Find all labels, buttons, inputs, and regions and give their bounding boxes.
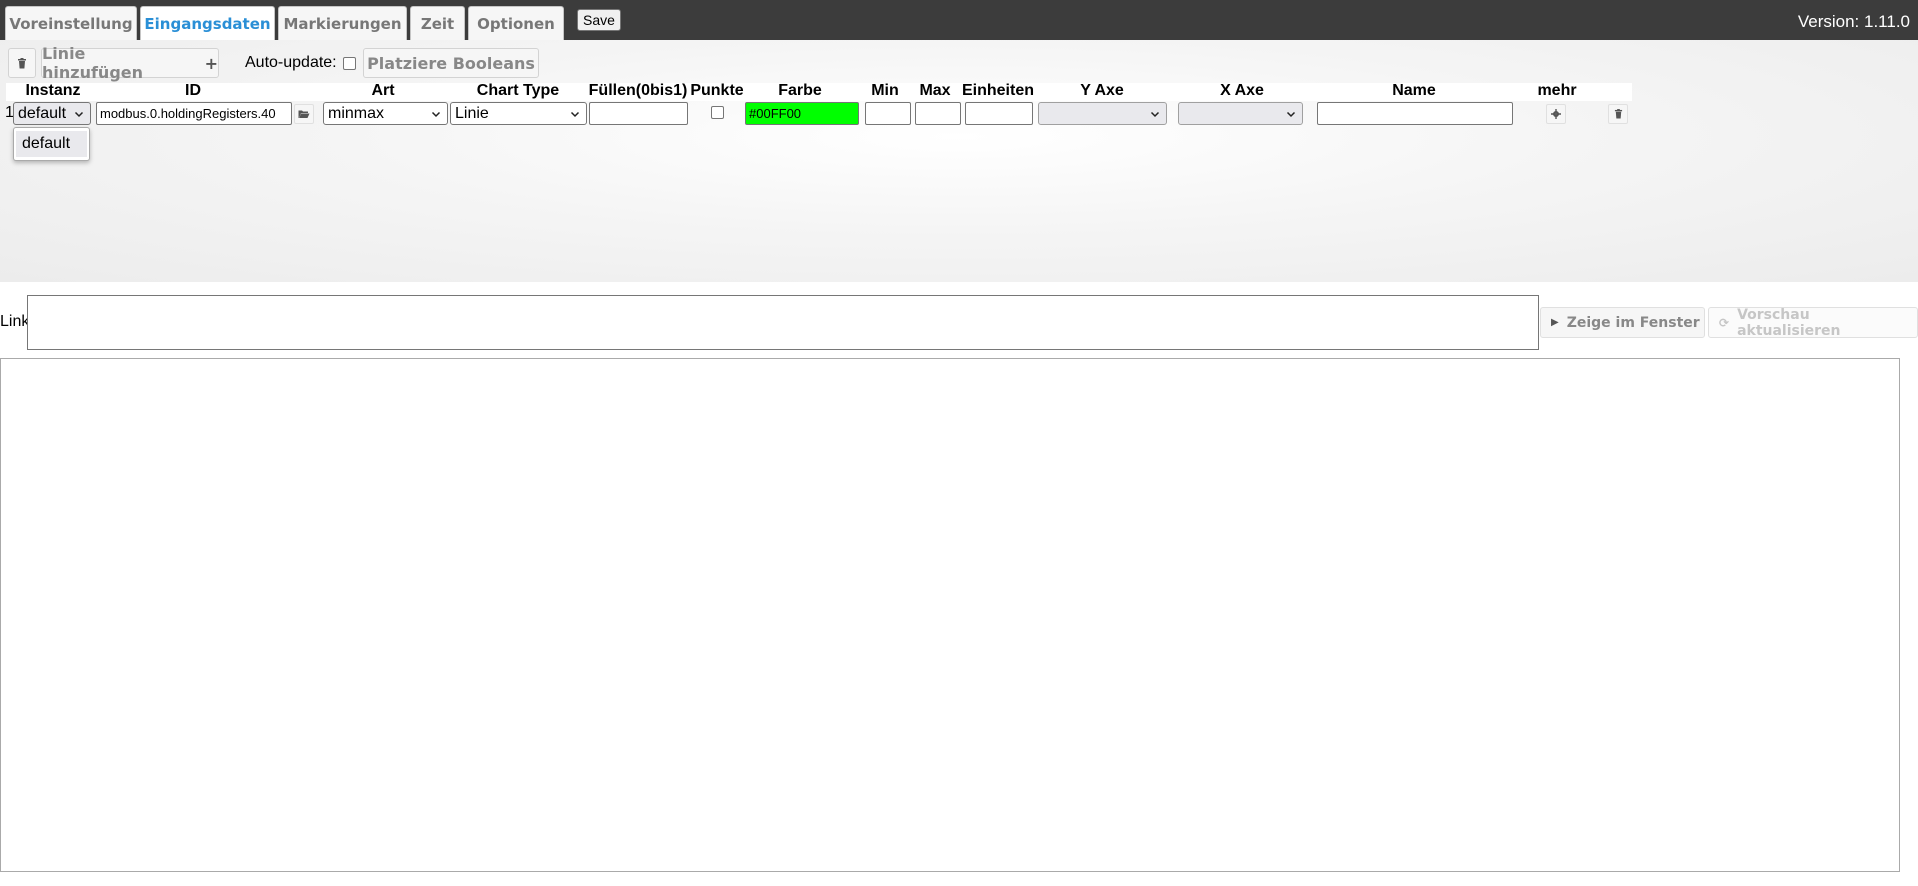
auto-update-control: Auto-update: xyxy=(245,54,356,72)
col-header-max: Max xyxy=(919,82,951,99)
play-icon: ▶ xyxy=(1551,317,1559,328)
delete-row-button[interactable] xyxy=(1608,104,1628,124)
col-header-instanz: Instanz xyxy=(25,82,81,99)
instance-select[interactable]: default xyxy=(13,102,91,125)
points-checkbox[interactable] xyxy=(711,106,724,119)
link-label: Link xyxy=(0,313,30,330)
chevron-down-icon xyxy=(431,111,441,118)
chart-preview-frame xyxy=(0,358,1900,872)
show-in-window-button[interactable]: ▶ Zeige im Fenster xyxy=(1540,307,1705,338)
chart-type-select[interactable]: Linie xyxy=(450,102,587,125)
refresh-preview-button[interactable]: ⟳ Vorschau aktualisieren xyxy=(1708,306,1918,339)
units-input[interactable] xyxy=(965,102,1033,125)
gear-icon xyxy=(1551,109,1561,119)
place-booleans-button[interactable]: Platziere Booleans xyxy=(363,48,539,78)
folder-open-icon xyxy=(298,110,310,118)
col-header-fill: Füllen(0bis1) xyxy=(588,82,688,99)
version-label: Version: 1.11.0 xyxy=(1797,12,1910,31)
trash-icon xyxy=(1614,109,1622,119)
show-in-window-label: Zeige im Fenster xyxy=(1566,314,1700,331)
art-select-value: minmax xyxy=(328,104,385,122)
col-header-x-axis: X Axe xyxy=(1220,82,1264,99)
chevron-down-icon xyxy=(74,111,84,118)
col-header-units: Einheiten xyxy=(961,82,1034,99)
auto-update-checkbox[interactable] xyxy=(342,56,356,70)
delete-all-button[interactable] xyxy=(8,48,36,78)
chevron-down-icon xyxy=(1150,111,1160,118)
col-header-chart-type: Chart Type xyxy=(476,82,560,99)
tab-optionen[interactable]: Optionen xyxy=(468,6,564,40)
chart-type-select-value: Linie xyxy=(455,104,489,122)
col-header-art: Art xyxy=(371,82,395,99)
max-input[interactable] xyxy=(915,102,961,125)
art-select[interactable]: minmax xyxy=(323,102,448,125)
add-line-label: Linie hinzufügen xyxy=(42,44,144,82)
tab-voreinstellung[interactable]: Voreinstellung xyxy=(5,6,137,40)
plus-icon: + xyxy=(204,53,218,73)
col-header-y-axis: Y Axe xyxy=(1080,82,1124,99)
trash-icon xyxy=(18,57,26,68)
min-input[interactable] xyxy=(865,102,911,125)
col-header-id: ID xyxy=(185,82,201,99)
chevron-down-icon xyxy=(1286,111,1296,118)
tab-zeit[interactable]: Zeit xyxy=(410,6,465,40)
save-button[interactable]: Save xyxy=(577,9,621,31)
refresh-icon: ⟳ xyxy=(1719,315,1730,330)
col-header-color: Farbe xyxy=(778,82,822,99)
col-header-name: Name xyxy=(1392,82,1436,99)
x-axis-select[interactable] xyxy=(1178,102,1303,125)
link-textarea[interactable] xyxy=(27,295,1539,350)
more-options-button[interactable] xyxy=(1546,104,1566,124)
browse-id-button[interactable] xyxy=(294,104,314,124)
fill-input[interactable] xyxy=(589,102,688,125)
instance-option-default[interactable]: default xyxy=(16,131,87,157)
input-data-panel xyxy=(0,40,1918,282)
y-axis-select[interactable] xyxy=(1038,102,1167,125)
col-header-points: Punkte xyxy=(690,82,744,99)
instance-dropdown-list: default xyxy=(13,127,90,161)
auto-update-label: Auto-update: xyxy=(245,54,337,71)
tab-bar: Voreinstellung Eingangsdaten Markierunge… xyxy=(0,0,1918,40)
instance-select-value: default xyxy=(18,104,67,122)
col-header-more: mehr xyxy=(1537,82,1577,99)
tab-markierungen[interactable]: Markierungen xyxy=(278,6,407,40)
tab-eingangsdaten[interactable]: Eingangsdaten xyxy=(140,6,275,40)
col-header-min: Min xyxy=(871,82,899,99)
id-input[interactable]: modbus.0.holdingRegisters.40 xyxy=(96,102,292,125)
add-line-button[interactable]: Linie hinzufügen + xyxy=(41,44,219,82)
refresh-preview-label: Vorschau aktualisieren xyxy=(1737,306,1841,339)
chevron-down-icon xyxy=(570,111,580,118)
color-input[interactable]: #00FF00 xyxy=(745,102,859,125)
name-input[interactable] xyxy=(1317,102,1513,125)
